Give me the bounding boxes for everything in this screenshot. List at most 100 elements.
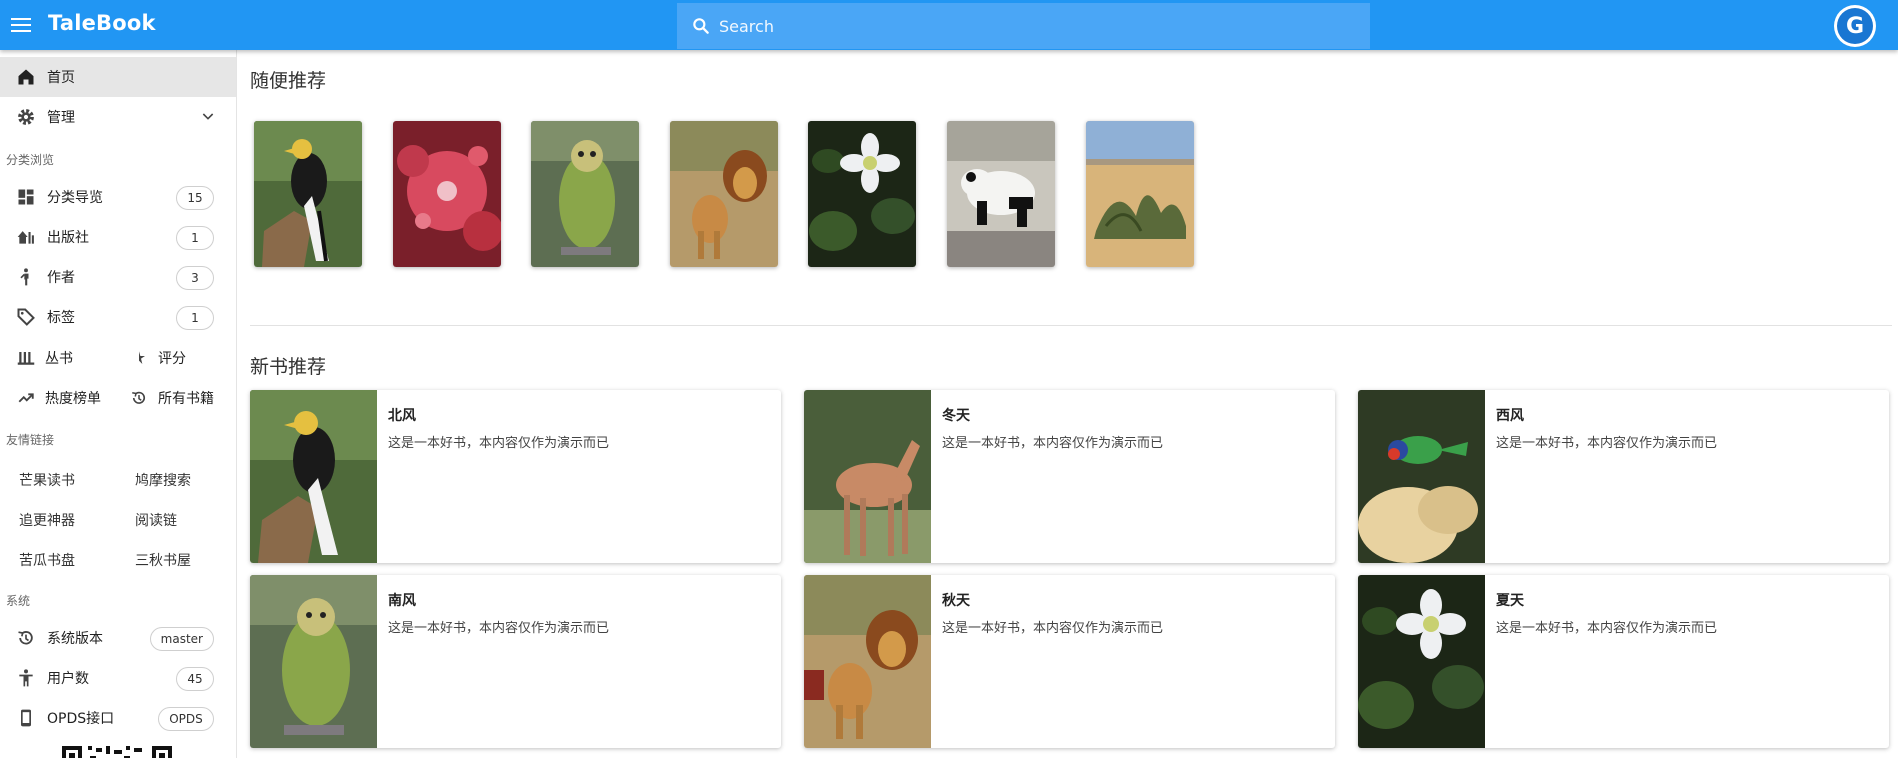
count-badge: 1 (176, 306, 214, 330)
tag-icon (15, 306, 37, 328)
version-badge: master (149, 627, 214, 651)
app-title[interactable]: TaleBook (48, 11, 156, 35)
book-thumbnail (1358, 390, 1485, 563)
book-thumbnail (1358, 575, 1485, 748)
sidebar-item-label: 出版社 (47, 230, 89, 246)
book-card[interactable]: 南风 这是一本好书，本内容仅作为演示而已 (250, 575, 781, 748)
friend-link[interactable]: 鸠摩搜索 (135, 470, 191, 490)
sidebar-item-label: 系统版本 (47, 631, 103, 647)
book-cover[interactable] (1086, 121, 1194, 267)
book-title: 秋天 (942, 593, 970, 609)
app-bar: TaleBook G (0, 0, 1898, 50)
sidebar-item-all-books[interactable]: 所有书籍 (128, 378, 214, 418)
person-walking-icon (15, 266, 37, 288)
book-cover[interactable] (947, 121, 1055, 267)
history-icon (15, 627, 37, 649)
book-card[interactable]: 夏天 这是一本好书，本内容仅作为演示而已 (1358, 575, 1889, 748)
count-badge: 3 (176, 266, 214, 290)
count-badge: 15 (176, 186, 214, 210)
sidebar-item-opds[interactable]: OPDS接口 OPDS (0, 698, 236, 738)
sidebar: 首页 管理 分类浏览 分类导览 15 出版社 1 作者 3 标签 1 丛书 评分… (0, 50, 237, 758)
sidebar-item-categories[interactable]: 分类导览 15 (0, 177, 236, 217)
sidebar-item-home[interactable]: 首页 (0, 57, 236, 97)
home-icon (15, 66, 37, 88)
system-header: 系统 (6, 594, 31, 608)
sidebar-item-version[interactable]: 系统版本 master (0, 618, 236, 658)
sidebar-item-publishers[interactable]: 出版社 1 (0, 217, 236, 257)
count-badge: 1 (176, 226, 214, 250)
sidebar-item-admin[interactable]: 管理 (0, 97, 236, 137)
search-input[interactable] (719, 16, 1319, 36)
book-description: 这是一本好书，本内容仅作为演示而已 (1496, 436, 1718, 451)
sidebar-item-label: 首页 (47, 70, 75, 86)
book-cover[interactable] (670, 121, 778, 267)
gear-icon (15, 106, 37, 128)
book-card[interactable]: 北风 这是一本好书，本内容仅作为演示而已 (250, 390, 781, 563)
sidebar-item-label: 管理 (47, 110, 75, 126)
avatar-letter: G (1837, 8, 1873, 44)
book-title: 夏天 (1496, 593, 1524, 609)
links-header: 友情链接 (6, 433, 55, 447)
sidebar-item-label: OPDS接口 (47, 711, 115, 727)
sidebar-item-label: 分类导览 (47, 190, 103, 206)
publisher-icon (15, 226, 37, 248)
sidebar-item-rating[interactable]: 评分 (128, 338, 186, 378)
sidebar-item-label: 标签 (47, 310, 75, 326)
book-title: 冬天 (942, 408, 970, 424)
sidebar-item-hot[interactable]: 热度榜单 (15, 378, 101, 418)
book-card[interactable]: 冬天 这是一本好书，本内容仅作为演示而已 (804, 390, 1335, 563)
history-icon (128, 387, 150, 409)
avatar[interactable]: G (1834, 5, 1876, 47)
book-description: 这是一本好书，本内容仅作为演示而已 (1496, 621, 1718, 636)
book-cover[interactable] (254, 121, 362, 267)
book-cover[interactable] (393, 121, 501, 267)
book-card[interactable]: 秋天 这是一本好书，本内容仅作为演示而已 (804, 575, 1335, 748)
dashboard-icon (15, 186, 37, 208)
book-description: 这是一本好书，本内容仅作为演示而已 (388, 436, 610, 451)
sidebar-item-authors[interactable]: 作者 3 (0, 257, 236, 297)
sidebar-item-label: 作者 (47, 270, 75, 286)
sidebar-item-series[interactable]: 丛书 (15, 338, 73, 378)
friend-link[interactable]: 苦瓜书盘 (19, 550, 75, 570)
star-half-icon (128, 347, 150, 369)
book-cover[interactable] (808, 121, 916, 267)
search-icon (693, 18, 709, 34)
book-thumbnail (250, 390, 377, 563)
books-icon (15, 347, 37, 369)
new-section-title: 新书推荐 (250, 356, 327, 378)
search-bar[interactable] (677, 3, 1370, 49)
book-title: 北风 (388, 408, 416, 424)
main-content: 随便推荐 新书推荐 北风 这是一本好书，本内容仅作为演示而已 冬天 这是一本好书… (237, 50, 1898, 758)
qr-code-image (62, 746, 172, 758)
friend-link[interactable]: 芒果读书 (19, 470, 75, 490)
book-description: 这是一本好书，本内容仅作为演示而已 (388, 621, 610, 636)
sidebar-item-label: 丛书 (45, 351, 73, 367)
trending-up-icon (15, 387, 37, 409)
sidebar-item-label: 热度榜单 (45, 391, 101, 407)
book-thumbnail (804, 390, 931, 563)
person-icon (15, 667, 37, 689)
sidebar-item-tags[interactable]: 标签 1 (0, 297, 236, 337)
book-thumbnail (804, 575, 931, 748)
sidebar-item-label: 用户数 (47, 671, 89, 687)
book-cover[interactable] (531, 121, 639, 267)
friend-link[interactable]: 阅读链 (135, 510, 177, 530)
section-divider (250, 325, 1892, 326)
browse-header: 分类浏览 (6, 153, 55, 167)
friend-link[interactable]: 追更神器 (19, 510, 75, 530)
count-badge: 45 (176, 667, 214, 691)
book-description: 这是一本好书，本内容仅作为演示而已 (942, 621, 1164, 636)
phone-icon (15, 707, 37, 729)
sidebar-item-label: 所有书籍 (158, 391, 214, 407)
friend-link[interactable]: 三秋书屋 (135, 550, 191, 570)
sidebar-item-label: 评分 (158, 351, 186, 367)
book-title: 南风 (388, 593, 416, 609)
book-title: 西风 (1496, 408, 1524, 424)
sidebar-item-users[interactable]: 用户数 45 (0, 658, 236, 698)
book-thumbnail (250, 575, 377, 748)
book-description: 这是一本好书，本内容仅作为演示而已 (942, 436, 1164, 451)
opds-badge: OPDS (158, 707, 214, 731)
menu-icon[interactable] (8, 12, 36, 38)
book-card[interactable]: 西风 这是一本好书，本内容仅作为演示而已 (1358, 390, 1889, 563)
chevron-down-icon[interactable] (200, 108, 216, 124)
